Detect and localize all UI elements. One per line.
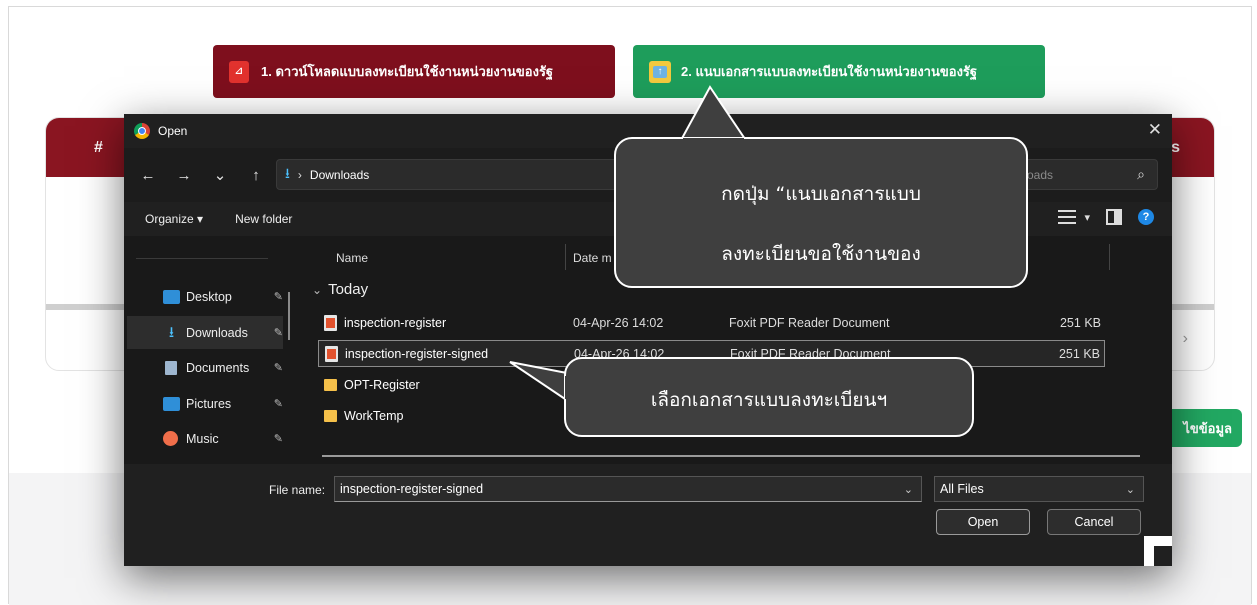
callout-tail-joins — [565, 138, 744, 399]
